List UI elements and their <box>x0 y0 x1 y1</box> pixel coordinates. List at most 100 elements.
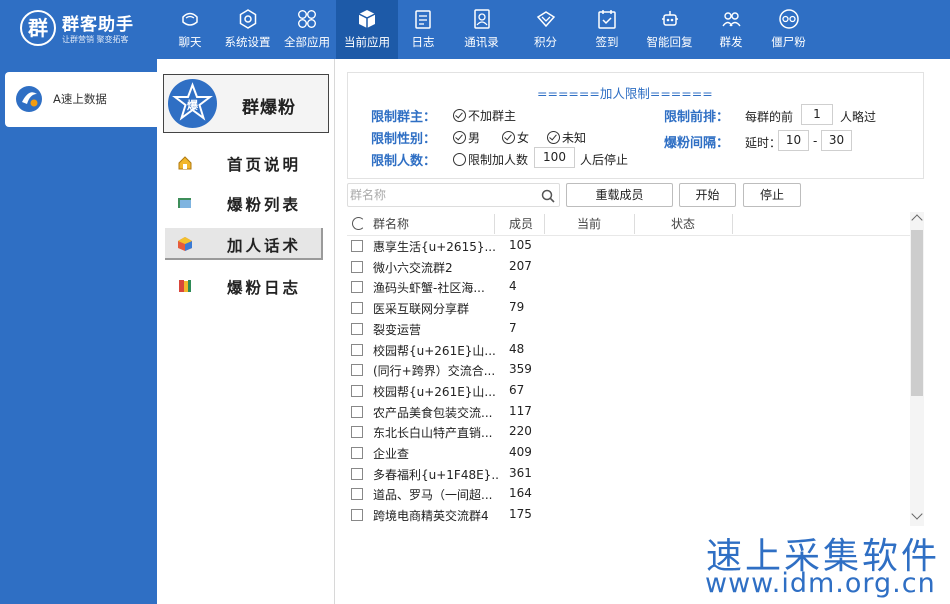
add-limit-settings: ======加人限制====== 限制群主： 不加群主 限制性别： 男 女 未知… <box>347 72 924 179</box>
row-checkbox[interactable] <box>351 447 363 459</box>
table-row[interactable]: (同行+跨界）交流合... 359 <box>347 360 910 381</box>
table-row[interactable]: 校园帮{u+261E}山... 48 <box>347 340 910 361</box>
nav-item-robot[interactable]: 智能回复 <box>638 0 701 59</box>
group-send-icon <box>720 7 742 31</box>
nav-item-label: 智能回复 <box>646 35 693 49</box>
nav-item-label: 日志 <box>411 35 435 49</box>
gender-unknown-radio[interactable]: 未知 <box>547 129 586 146</box>
option-label: 女 <box>517 131 530 145</box>
nav-item-group-send[interactable]: 群发 <box>701 0 761 59</box>
nav-item-cube[interactable]: 当前应用 <box>336 0 398 59</box>
left-sidebar: A速上数据 <box>0 59 157 604</box>
row-checkbox[interactable] <box>351 405 363 418</box>
app-subtitle: 让群营销 聚变拓客 <box>62 35 129 44</box>
column-header-name[interactable]: 群名称 <box>373 212 409 236</box>
row-checkbox[interactable] <box>351 281 363 294</box>
menu-item-home[interactable]: 首页说明 <box>165 147 323 179</box>
nav-item-log[interactable]: 日志 <box>398 0 448 59</box>
row-checkbox[interactable] <box>351 364 363 377</box>
gender-limit-label: 限制性别： <box>371 132 437 147</box>
menu-item-list[interactable]: 爆粉列表 <box>165 187 323 219</box>
app-title-label: 群爆粉 <box>242 98 296 118</box>
option-label: 未知 <box>562 131 587 145</box>
member-count-cell: 207 <box>509 258 532 273</box>
rank-skip-input[interactable]: 1 <box>801 104 833 125</box>
option-label: 男 <box>468 131 481 145</box>
column-header-current[interactable]: 当前 <box>577 212 601 236</box>
table-row[interactable]: 道品、罗马（一间超... 164 <box>347 484 910 505</box>
nav-item-points[interactable]: 积分 <box>515 0 576 59</box>
nav-item-chat[interactable]: 聊天 <box>163 0 217 59</box>
column-header-status[interactable]: 状态 <box>671 212 695 236</box>
main-nav: 聊天 系统设置 全部应用 当前应用 日志 通讯录 积分 签到 智能回复 群发 僵尸粉 <box>163 0 816 59</box>
nav-item-checkin[interactable]: 签到 <box>576 0 638 59</box>
row-checkbox[interactable] <box>351 302 363 315</box>
option-label: 不加群主 <box>468 109 517 123</box>
member-count-cell: 361 <box>509 465 532 480</box>
menu-item-journal[interactable]: 爆粉日志 <box>165 270 323 302</box>
scroll-down-arrow-icon[interactable] <box>911 508 923 520</box>
menu-item-script[interactable]: 加人话术 <box>165 228 323 260</box>
table-row[interactable]: 农产品美食包装交流... 117 <box>347 402 910 423</box>
group-name-cell: 校园帮{u+261E}山... <box>373 384 496 399</box>
column-header-members[interactable]: 成员 <box>509 212 533 236</box>
count-limit-radio[interactable]: 限制加人数 <box>453 151 528 168</box>
rank-suffix: 人略过 <box>840 110 877 124</box>
points-icon <box>535 7 557 31</box>
scroll-up-arrow-icon[interactable] <box>911 214 923 226</box>
table-scrollbar[interactable] <box>910 212 924 526</box>
table-row[interactable]: 裂变运营 7 <box>347 319 910 340</box>
nav-item-settings[interactable]: 系统设置 <box>217 0 278 59</box>
app-panel: 爆 群爆粉 首页说明 爆粉列表 加人话术 爆粉日志 <box>157 59 335 604</box>
table-row[interactable]: 东北长白山特产直销... 220 <box>347 422 910 443</box>
table-row[interactable]: 惠享生活{u+2615}... 105 <box>347 236 910 257</box>
radio-check-icon <box>547 131 560 144</box>
owner-option-radio[interactable]: 不加群主 <box>453 107 516 124</box>
nav-item-zombie[interactable]: 僵尸粉 <box>761 0 816 59</box>
group-name-cell: 裂变运营 <box>373 322 422 337</box>
row-checkbox[interactable] <box>351 467 363 480</box>
table-row[interactable]: 渔码头虾蟹-社区海... 4 <box>347 277 910 298</box>
row-checkbox[interactable] <box>351 426 363 439</box>
group-name-cell: 医采互联网分享群 <box>373 302 470 317</box>
row-checkbox[interactable] <box>351 384 363 397</box>
search-icon[interactable] <box>541 189 555 203</box>
nav-item-label: 僵尸粉 <box>771 35 806 49</box>
table-row[interactable]: 跨境电商精英交流群4 175 <box>347 505 910 526</box>
row-checkbox[interactable] <box>351 240 363 252</box>
member-count-cell: 359 <box>509 362 532 377</box>
member-count-cell: 7 <box>509 320 517 335</box>
table-row[interactable]: 微小六交流群2 207 <box>347 257 910 278</box>
stop-button[interactable]: 停止 <box>743 183 801 207</box>
gender-female-radio[interactable]: 女 <box>502 129 529 146</box>
interval-min-input[interactable]: 10 <box>778 130 809 151</box>
sidebar-item-asu-data[interactable]: A速上数据 <box>5 72 157 127</box>
row-checkbox[interactable] <box>351 509 363 522</box>
select-all-checkbox[interactable] <box>352 217 365 230</box>
group-table-header: 群名称 成员 当前 状态 <box>347 212 922 236</box>
group-name-cell: 多春福利{u+1F48E}... <box>373 467 498 482</box>
scroll-thumb[interactable] <box>911 230 923 396</box>
app-logo-icon <box>16 86 42 112</box>
gender-male-radio[interactable]: 男 <box>453 129 480 146</box>
row-checkbox[interactable] <box>351 488 363 501</box>
nav-item-contacts[interactable]: 通讯录 <box>448 0 515 59</box>
row-checkbox[interactable] <box>351 343 363 356</box>
group-search-input[interactable]: 群名称 <box>347 183 560 207</box>
zombie-icon <box>778 7 800 31</box>
start-button[interactable]: 开始 <box>679 183 736 207</box>
nav-item-apps[interactable]: 全部应用 <box>278 0 336 59</box>
row-checkbox[interactable] <box>351 322 363 335</box>
table-row[interactable]: 多春福利{u+1F48E}... 361 <box>347 464 910 485</box>
reload-members-button[interactable]: 重载成员 <box>566 183 673 207</box>
table-row[interactable]: 医采互联网分享群 79 <box>347 298 910 319</box>
owner-limit-label: 限制群主： <box>371 110 437 125</box>
count-limit-input[interactable]: 100 <box>534 147 575 168</box>
nav-item-label: 通讯录 <box>464 35 499 49</box>
table-row[interactable]: 校园帮{u+261E}山... 67 <box>347 381 910 402</box>
script-icon <box>178 237 192 251</box>
row-checkbox[interactable] <box>351 260 363 273</box>
interval-max-input[interactable]: 30 <box>821 130 852 151</box>
member-count-cell: 117 <box>509 403 532 418</box>
table-row[interactable]: 企业查 409 <box>347 443 910 464</box>
